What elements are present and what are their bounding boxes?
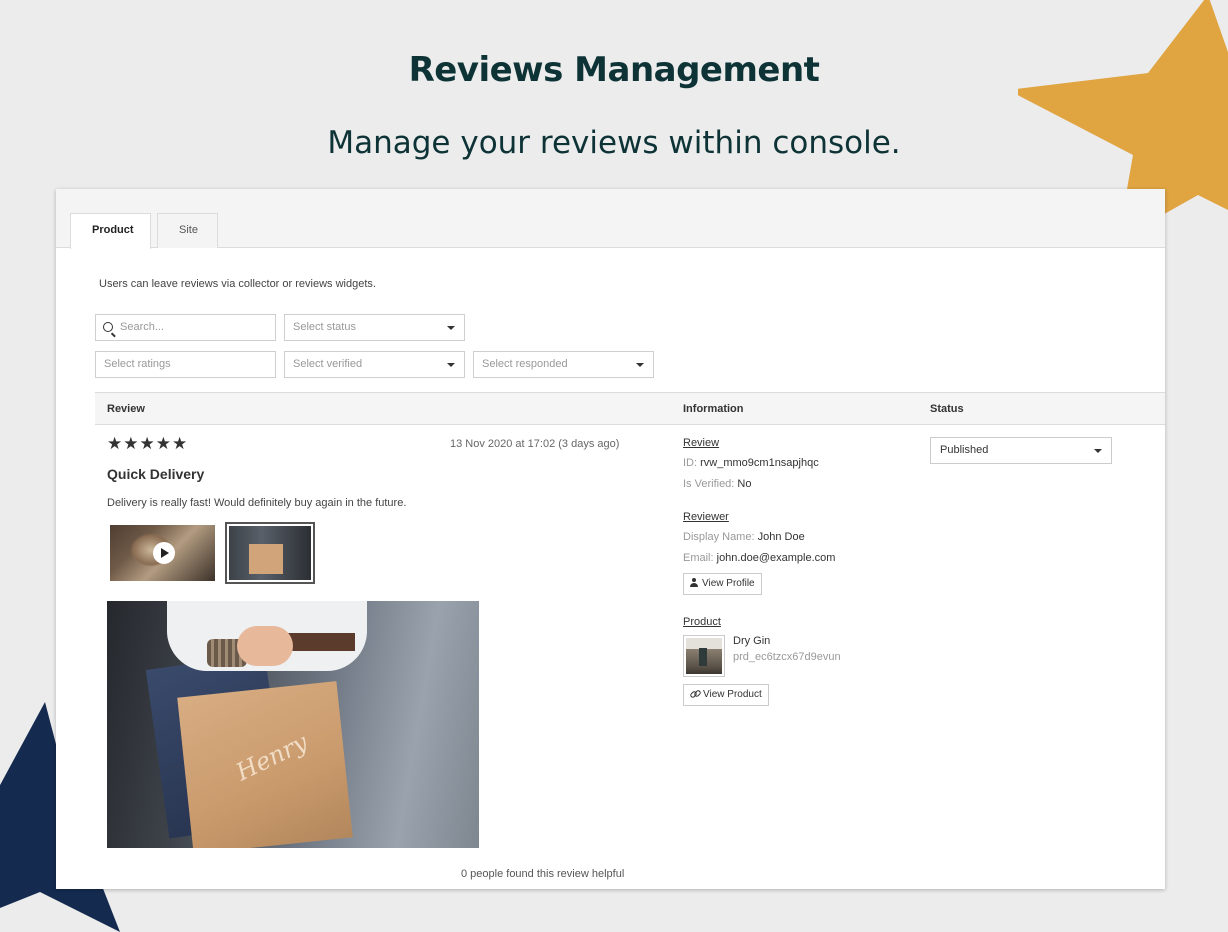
product-thumbnail	[683, 635, 725, 677]
verified-value: No	[737, 478, 752, 490]
video-thumbnail[interactable]	[110, 525, 215, 581]
verified-filter-placeholder: Select verified	[293, 358, 363, 370]
product-name-value: Dry Gin	[733, 635, 771, 647]
paper-bag-shape: Henry	[177, 681, 353, 848]
chevron-down-icon	[447, 363, 455, 367]
review-main-photo[interactable]: Henry	[107, 601, 479, 848]
tab-product[interactable]: Product	[70, 213, 151, 249]
display-name-line: Display Name: John Doe	[683, 531, 805, 543]
view-product-label: View Product	[703, 689, 762, 700]
tabs-bar: Product Site	[56, 189, 1165, 249]
column-header-review: Review	[107, 403, 145, 415]
display-name-value: John Doe	[757, 531, 805, 543]
verified-label: Is Verified:	[683, 478, 735, 490]
verified-line: Is Verified: No	[683, 478, 751, 490]
review-date: 13 Nov 2020 at 17:02 (3 days ago)	[450, 438, 620, 450]
chevron-down-icon	[447, 326, 455, 330]
product-id: prd_ec6tzcx67d9evun	[733, 651, 841, 663]
responded-filter-select[interactable]: Select responded	[473, 351, 654, 378]
search-placeholder: Search...	[120, 321, 165, 333]
chevron-down-icon	[1094, 449, 1102, 453]
review-id-label: ID:	[683, 457, 698, 469]
product-name: Dry Gin	[733, 635, 770, 647]
bag-shape	[249, 544, 283, 574]
review-title: Quick Delivery	[107, 466, 205, 482]
view-profile-button[interactable]: View Profile	[683, 573, 762, 595]
status-filter-placeholder: Select status	[293, 321, 356, 333]
search-input[interactable]: Search...	[95, 314, 276, 341]
tab-site[interactable]: Site	[157, 213, 218, 248]
photo-thumbnail-selected[interactable]	[225, 522, 315, 584]
view-profile-label: View Profile	[702, 578, 755, 589]
display-name-label: Display Name:	[683, 531, 755, 543]
reviews-hint: Users can leave reviews via collector or…	[99, 278, 376, 290]
helpful-count: 0 people found this review helpful	[461, 868, 625, 880]
email-value: john.doe@example.com	[716, 552, 836, 564]
product-id-value: prd_ec6tzcx67d9evun	[733, 651, 841, 663]
email-line: Email: john.doe@example.com	[683, 552, 835, 564]
link-icon	[690, 689, 699, 698]
review-status-select[interactable]: Published	[930, 437, 1112, 464]
review-id-value: rvw_mmo9cm1nsapjhqc	[700, 457, 819, 469]
bottle-shape	[699, 648, 707, 666]
page-subtitle: Manage your reviews within console.	[327, 125, 901, 161]
ratings-filter-placeholder: Select ratings	[104, 358, 171, 370]
belt-shape	[285, 633, 355, 651]
responded-filter-placeholder: Select responded	[482, 358, 568, 370]
play-icon[interactable]	[153, 542, 175, 564]
gin-bottle-image	[686, 638, 722, 674]
review-status-value: Published	[940, 444, 989, 456]
status-filter-select[interactable]: Select status	[284, 314, 465, 341]
column-header-information: Information	[683, 403, 744, 415]
email-label: Email:	[683, 552, 714, 564]
info-product-heading[interactable]: Product	[683, 616, 721, 628]
search-icon	[103, 322, 113, 332]
column-header-status: Status	[930, 403, 964, 415]
star-rating: ★★★★★	[107, 434, 189, 453]
ratings-filter-select[interactable]: Select ratings	[95, 351, 276, 378]
shopping-bag-thumbnail-image	[229, 526, 311, 580]
info-review-heading[interactable]: Review	[683, 437, 719, 449]
person-icon	[690, 578, 698, 587]
bag-script-logo: Henry	[231, 728, 312, 787]
reviews-console: Product Site Users can leave reviews via…	[56, 189, 1165, 889]
hand-shape	[237, 626, 293, 666]
view-product-button[interactable]: View Product	[683, 684, 769, 706]
review-id-line: ID: rvw_mmo9cm1nsapjhqc	[683, 457, 819, 469]
info-reviewer-heading[interactable]: Reviewer	[683, 511, 729, 523]
page-title: Reviews Management	[408, 50, 820, 90]
review-body: Delivery is really fast! Would definitel…	[107, 497, 407, 509]
verified-filter-select[interactable]: Select verified	[284, 351, 465, 378]
chevron-down-icon	[636, 363, 644, 367]
table-header: Review Information Status	[95, 392, 1165, 425]
